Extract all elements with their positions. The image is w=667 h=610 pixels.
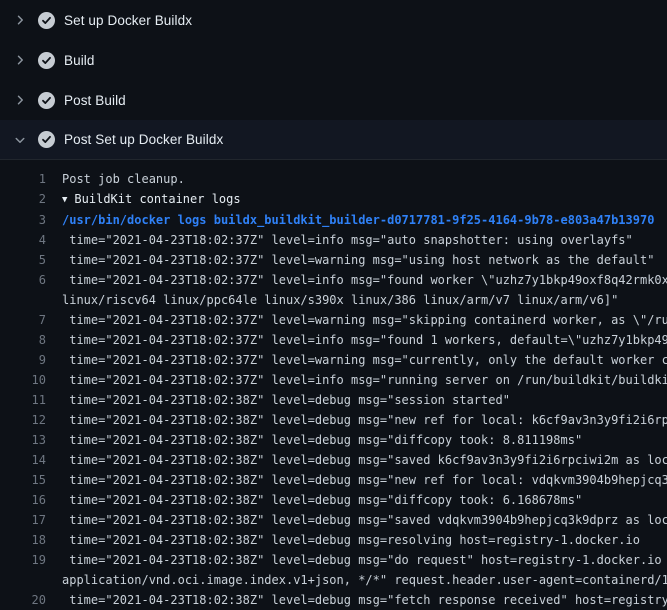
- log-line: 10 time="2021-04-23T18:02:37Z" level=inf…: [0, 370, 667, 390]
- log-text: time="2021-04-23T18:02:37Z" level=warnin…: [46, 310, 667, 330]
- log-line: 9 time="2021-04-23T18:02:37Z" level=warn…: [0, 350, 667, 370]
- log-text: time="2021-04-23T18:02:38Z" level=debug …: [46, 550, 667, 570]
- log-text: Post job cleanup.: [46, 169, 185, 189]
- step-title: Post Set up Docker Buildx: [64, 132, 223, 147]
- log-body: 1Post job cleanup.2▼BuildKit container l…: [0, 160, 667, 610]
- line-number[interactable]: 17: [0, 510, 46, 530]
- chevron-right-icon: [14, 94, 26, 106]
- log-group-toggle-line[interactable]: 2▼BuildKit container logs: [0, 189, 667, 210]
- step-header-build[interactable]: Build: [0, 40, 667, 80]
- line-number[interactable]: 14: [0, 450, 46, 470]
- log-line: linux/riscv64 linux/ppc64le linux/s390x …: [0, 290, 667, 310]
- log-line: 13 time="2021-04-23T18:02:38Z" level=deb…: [0, 430, 667, 450]
- group-expanded-triangle-icon: ▼: [62, 190, 67, 210]
- log-line: 7 time="2021-04-23T18:02:37Z" level=warn…: [0, 310, 667, 330]
- step-title: Build: [64, 53, 95, 68]
- log-text: time="2021-04-23T18:02:38Z" level=debug …: [46, 430, 582, 450]
- log-line: 3/usr/bin/docker logs buildx_buildkit_bu…: [0, 210, 667, 230]
- log-text: time="2021-04-23T18:02:38Z" level=debug …: [46, 390, 510, 410]
- line-number[interactable]: 8: [0, 330, 46, 350]
- log-line: 11 time="2021-04-23T18:02:38Z" level=deb…: [0, 390, 667, 410]
- log-text: time="2021-04-23T18:02:38Z" level=debug …: [46, 470, 667, 490]
- log-text: time="2021-04-23T18:02:38Z" level=debug …: [46, 490, 582, 510]
- line-number[interactable]: 4: [0, 230, 46, 250]
- log-line: 18 time="2021-04-23T18:02:38Z" level=deb…: [0, 530, 667, 550]
- log-line: 5 time="2021-04-23T18:02:37Z" level=warn…: [0, 250, 667, 270]
- line-number[interactable]: 19: [0, 550, 46, 570]
- check-circle-icon: [38, 12, 55, 29]
- log-line: application/vnd.oci.image.index.v1+json,…: [0, 570, 667, 590]
- check-circle-icon: [38, 92, 55, 109]
- step-header-setup-docker-buildx[interactable]: Set up Docker Buildx: [0, 0, 667, 40]
- line-number[interactable]: 3: [0, 210, 46, 230]
- line-number[interactable]: 6: [0, 270, 46, 290]
- log-text: time="2021-04-23T18:02:38Z" level=debug …: [46, 590, 667, 610]
- workflow-log-viewer: Set up Docker Buildx Build Post Build Po…: [0, 0, 667, 610]
- chevron-down-icon: [14, 134, 26, 146]
- log-line: 6 time="2021-04-23T18:02:37Z" level=info…: [0, 270, 667, 290]
- log-lines: 1Post job cleanup.2▼BuildKit container l…: [0, 169, 667, 610]
- log-text: application/vnd.oci.image.index.v1+json,…: [46, 570, 667, 590]
- log-line: 4 time="2021-04-23T18:02:37Z" level=info…: [0, 230, 667, 250]
- step-title: Post Build: [64, 93, 126, 108]
- line-number[interactable]: 20: [0, 590, 46, 610]
- line-number[interactable]: 1: [0, 169, 46, 189]
- line-number[interactable]: 15: [0, 470, 46, 490]
- chevron-right-icon: [14, 14, 26, 26]
- log-text: time="2021-04-23T18:02:38Z" level=debug …: [46, 530, 640, 550]
- line-number[interactable]: 11: [0, 390, 46, 410]
- line-number: [0, 290, 46, 310]
- line-number[interactable]: 5: [0, 250, 46, 270]
- log-text: time="2021-04-23T18:02:37Z" level=warnin…: [46, 250, 654, 270]
- line-number[interactable]: 18: [0, 530, 46, 550]
- log-text: time="2021-04-23T18:02:37Z" level=info m…: [46, 230, 633, 250]
- log-line: 12 time="2021-04-23T18:02:38Z" level=deb…: [0, 410, 667, 430]
- chevron-right-icon: [14, 54, 26, 66]
- log-text: time="2021-04-23T18:02:38Z" level=debug …: [46, 510, 667, 530]
- line-number[interactable]: 2: [0, 189, 46, 210]
- command-text: /usr/bin/docker logs buildx_buildkit_bui…: [46, 210, 654, 230]
- log-line: 1Post job cleanup.: [0, 169, 667, 189]
- log-line: 16 time="2021-04-23T18:02:38Z" level=deb…: [0, 490, 667, 510]
- log-line: 14 time="2021-04-23T18:02:38Z" level=deb…: [0, 450, 667, 470]
- line-number[interactable]: 12: [0, 410, 46, 430]
- log-text: ▼BuildKit container logs: [46, 189, 241, 210]
- log-text: time="2021-04-23T18:02:37Z" level=warnin…: [46, 350, 667, 370]
- line-number[interactable]: 13: [0, 430, 46, 450]
- line-number[interactable]: 10: [0, 370, 46, 390]
- step-header-post-setup-docker-buildx[interactable]: Post Set up Docker Buildx: [0, 120, 667, 160]
- line-number: [0, 570, 46, 590]
- log-text: linux/riscv64 linux/ppc64le linux/s390x …: [46, 290, 618, 310]
- log-line: 15 time="2021-04-23T18:02:38Z" level=deb…: [0, 470, 667, 490]
- line-number[interactable]: 16: [0, 490, 46, 510]
- log-line: 17 time="2021-04-23T18:02:38Z" level=deb…: [0, 510, 667, 530]
- log-text: time="2021-04-23T18:02:37Z" level=info m…: [46, 270, 667, 290]
- log-line: 8 time="2021-04-23T18:02:37Z" level=info…: [0, 330, 667, 350]
- log-line: 20 time="2021-04-23T18:02:38Z" level=deb…: [0, 590, 667, 610]
- log-text: time="2021-04-23T18:02:38Z" level=debug …: [46, 450, 667, 470]
- check-circle-icon: [38, 131, 55, 148]
- check-circle-icon: [38, 52, 55, 69]
- log-text: time="2021-04-23T18:02:37Z" level=info m…: [46, 330, 667, 350]
- line-number[interactable]: 9: [0, 350, 46, 370]
- log-line: 19 time="2021-04-23T18:02:38Z" level=deb…: [0, 550, 667, 570]
- log-text: time="2021-04-23T18:02:37Z" level=info m…: [46, 370, 667, 390]
- step-header-post-build[interactable]: Post Build: [0, 80, 667, 120]
- log-text: time="2021-04-23T18:02:38Z" level=debug …: [46, 410, 667, 430]
- step-title: Set up Docker Buildx: [64, 13, 192, 28]
- line-number[interactable]: 7: [0, 310, 46, 330]
